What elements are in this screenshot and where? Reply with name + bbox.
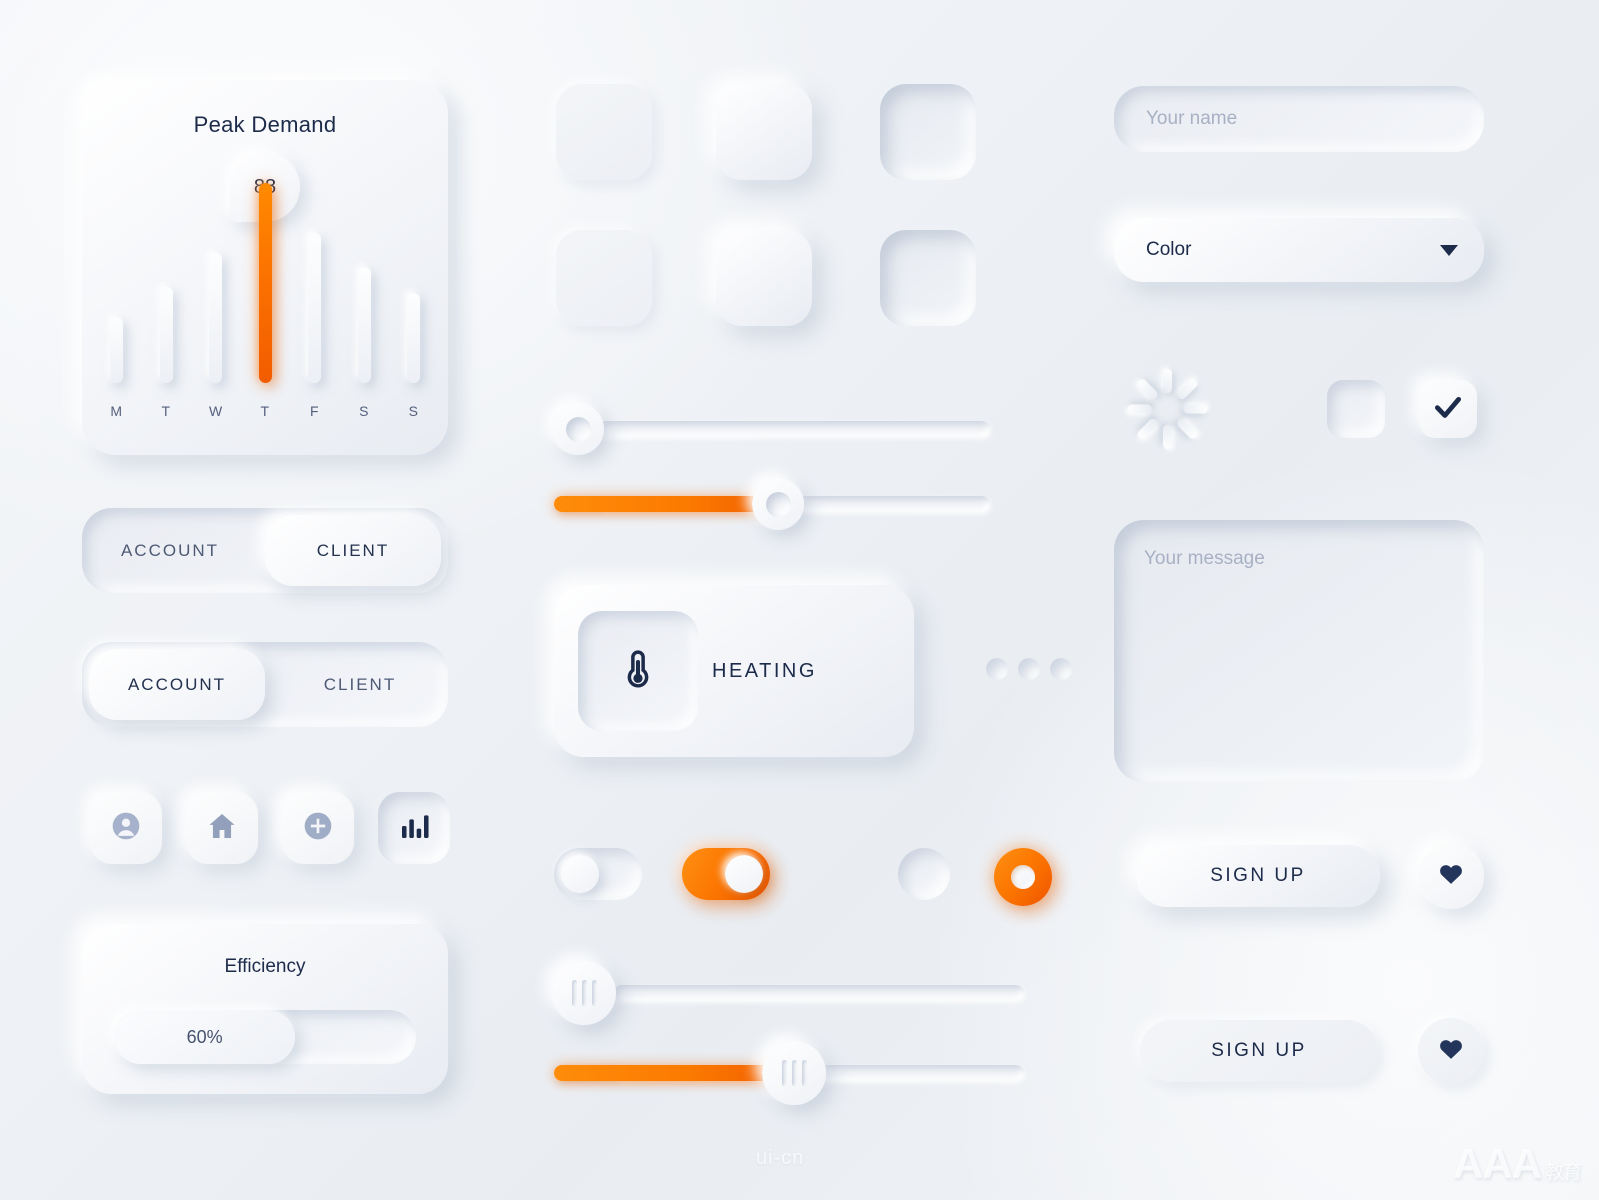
checkbox-unchecked[interactable]: [1327, 380, 1385, 438]
square-tile-inset-2[interactable]: [880, 230, 976, 326]
axis-label-0: M: [110, 403, 123, 419]
check-icon: [1431, 390, 1465, 429]
spinner-spoke-0: [1162, 369, 1172, 393]
signup-label: SIGN UP: [1210, 865, 1306, 886]
square-tile-flat-2[interactable]: [556, 230, 652, 326]
axis-label-2: W: [209, 403, 223, 419]
tab-client[interactable]: CLIENT: [265, 515, 441, 586]
bar-S-5: [357, 267, 371, 383]
heating-icon-frame: [578, 611, 698, 731]
watermark-corner-main: AAA: [1452, 1140, 1542, 1187]
bar-chart-icon: [398, 810, 430, 847]
tab-account[interactable]: ACCOUNT: [89, 649, 265, 720]
spinner-spoke-3: [1175, 417, 1199, 441]
spinner-spoke-6: [1127, 404, 1151, 414]
bar-M-0: [110, 317, 123, 383]
name-input[interactable]: Your name: [1114, 86, 1484, 152]
axis-label-4: F: [309, 403, 320, 419]
spinner-spoke-7: [1135, 377, 1159, 401]
square-tile-inset-1[interactable]: [880, 84, 976, 180]
home-icon: [206, 810, 238, 847]
spinner-spoke-4: [1162, 425, 1172, 449]
heart-icon: [1437, 1035, 1465, 1068]
square-tile-raised-2[interactable]: [716, 230, 812, 326]
efficiency-progress-track: 60%: [114, 1010, 416, 1064]
stats-button[interactable]: [378, 792, 450, 864]
toggle-on[interactable]: [682, 848, 770, 900]
pagination-dot-2[interactable]: [1018, 658, 1040, 680]
spinner-spoke-1: [1175, 377, 1199, 401]
slider-3-knob[interactable]: [552, 961, 616, 1025]
efficiency-title: Efficiency: [224, 956, 306, 977]
efficiency-card: Efficiency 60%: [82, 924, 448, 1094]
loading-spinner-icon: [1120, 362, 1214, 456]
peak-demand-card: Peak Demand 88 MTWTFSS: [82, 80, 448, 455]
chevron-down-icon: [1440, 244, 1458, 256]
color-select-label: Color: [1146, 239, 1192, 260]
weekday-axis-labels: MTWTFSS: [110, 403, 420, 419]
name-input-placeholder: Your name: [1146, 108, 1238, 129]
favorite-button-flat[interactable]: [1418, 1018, 1484, 1084]
home-button[interactable]: [186, 792, 258, 864]
pagination-dot-3[interactable]: [1050, 658, 1072, 680]
checkbox-checked[interactable]: [1419, 380, 1477, 438]
user-icon: [110, 810, 142, 847]
peak-demand-bar-chart: [110, 183, 420, 383]
heart-icon: [1437, 860, 1465, 893]
message-placeholder: Your message: [1144, 548, 1265, 569]
signup-label-2: SIGN UP: [1211, 1040, 1307, 1061]
slider-3-track[interactable]: [614, 985, 1024, 1001]
efficiency-progress-fill: 60%: [114, 1010, 296, 1064]
axis-label-3: T: [260, 403, 270, 419]
signup-button-flat[interactable]: SIGN UP: [1140, 1020, 1378, 1082]
axis-label-1: T: [161, 403, 171, 419]
slider-1-track[interactable]: [598, 421, 990, 437]
ui-kit-canvas: Peak Demand 88 MTWTFSS ACCOUNTCLIENT ACC…: [0, 0, 1599, 1200]
watermark-corner: AAA 教育: [1452, 1140, 1582, 1188]
tab-client[interactable]: CLIENT: [272, 642, 448, 727]
bar-W-2: [209, 253, 222, 383]
tab-account[interactable]: ACCOUNT: [82, 508, 258, 593]
bar-F-4: [308, 233, 321, 383]
toggle-on-knob: [725, 855, 763, 893]
spinner-spoke-5: [1135, 417, 1159, 441]
slider-1-knob[interactable]: [552, 403, 604, 455]
plus-circle-icon: [302, 810, 334, 847]
axis-label-6: S: [408, 403, 419, 419]
signup-button-raised[interactable]: SIGN UP: [1136, 845, 1380, 907]
add-button[interactable]: [282, 792, 354, 864]
spinner-spoke-2: [1183, 404, 1207, 414]
heating-label: HEATING: [712, 659, 817, 682]
bar-T-3: [258, 183, 272, 383]
page-title: Peak Demand: [193, 112, 337, 137]
watermark-corner-sub: 教育: [1544, 1162, 1582, 1183]
square-tile-raised-1[interactable]: [716, 84, 812, 180]
tab-switcher-client-active[interactable]: ACCOUNT CLIENT: [82, 508, 448, 593]
toggle-off[interactable]: [554, 848, 642, 900]
radio-checked[interactable]: [994, 848, 1052, 906]
thermometer-icon: [616, 647, 660, 696]
bar-S-6: [407, 293, 420, 383]
heating-card[interactable]: HEATING: [554, 585, 914, 757]
bar-T-1: [159, 287, 173, 383]
toggle-off-knob: [561, 855, 599, 893]
tab-switcher-account-active[interactable]: ACCOUNT CLIENT: [82, 642, 448, 727]
favorite-button-raised[interactable]: [1418, 843, 1484, 909]
radio-unchecked[interactable]: [898, 848, 950, 900]
watermark-center: ui-cn: [756, 1147, 805, 1169]
slider-4-knob[interactable]: [762, 1041, 826, 1105]
message-textarea[interactable]: Your message: [1114, 520, 1484, 782]
axis-label-5: S: [359, 403, 369, 419]
pagination-dot-1[interactable]: [986, 658, 1008, 680]
color-select[interactable]: Color: [1114, 218, 1484, 282]
user-button[interactable]: [90, 792, 162, 864]
slider-2-knob[interactable]: [752, 478, 804, 530]
square-tile-flat-1[interactable]: [556, 84, 652, 180]
